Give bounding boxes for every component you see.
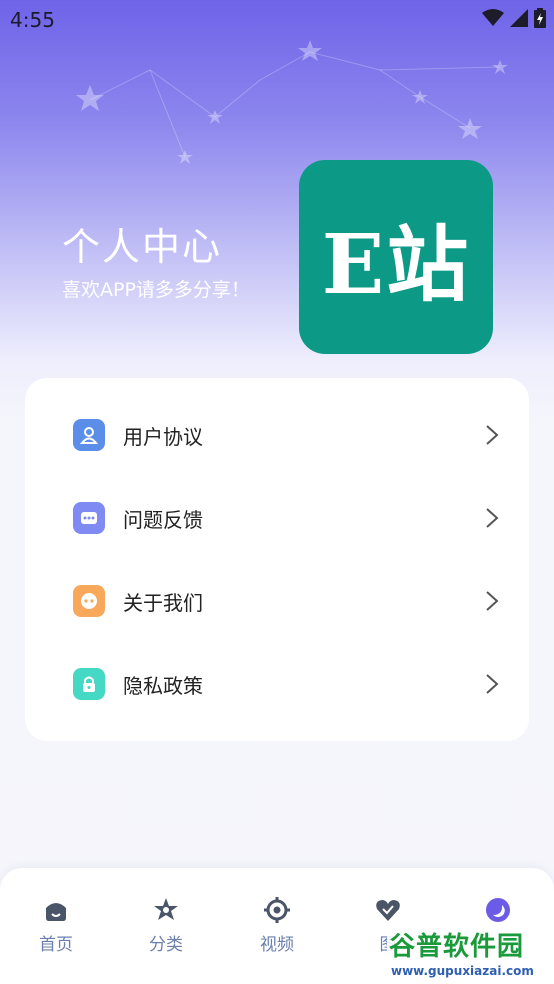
- nav-label: 分类: [149, 935, 183, 955]
- feedback-chat-icon: [73, 502, 105, 534]
- wifi-icon: [482, 9, 504, 26]
- menu-item-privacy-policy[interactable]: 隐私政策: [25, 643, 529, 726]
- page-title: 个人中心: [62, 225, 223, 269]
- chevron-right-icon: [486, 674, 499, 694]
- watermark-url: www.gupuxiazai.com: [391, 964, 534, 978]
- watermark: 谷普软件园 www.gupuxiazai.com: [387, 924, 554, 982]
- page-subtitle: 喜欢APP请多多分享！: [62, 279, 250, 301]
- menu-item-label: 隐私政策: [123, 674, 203, 698]
- about-us-icon: [73, 585, 105, 617]
- home-icon: [46, 903, 66, 921]
- chevron-right-icon: [486, 591, 499, 611]
- chevron-right-icon: [486, 508, 499, 528]
- video-target-icon: [264, 897, 290, 923]
- status-time: 4:55: [10, 8, 55, 32]
- menu-item-label: 问题反馈: [123, 508, 203, 532]
- profile-moon-icon: [486, 898, 510, 922]
- menu-item-label: 关于我们: [123, 591, 203, 615]
- signal-icon: [510, 9, 528, 27]
- nav-label: 视频: [260, 935, 294, 955]
- battery-icon: [534, 8, 546, 28]
- status-icons: [482, 8, 546, 28]
- user-agreement-icon: [73, 419, 105, 451]
- menu-item-label: 用户协议: [123, 425, 203, 449]
- nav-tab-category[interactable]: 分类: [126, 896, 206, 956]
- nav-tab-video[interactable]: 视频: [237, 896, 317, 956]
- menu-item-about-us[interactable]: 关于我们: [25, 560, 529, 643]
- menu-item-user-agreement[interactable]: 用户协议: [25, 394, 529, 477]
- watermark-title: 谷普软件园: [389, 932, 525, 962]
- app-logo: E站: [299, 160, 493, 354]
- nav-label: 首页: [39, 935, 73, 955]
- category-star-icon: [154, 898, 178, 920]
- chevron-right-icon: [486, 425, 499, 445]
- status-bar: 4:55: [0, 0, 554, 40]
- nav-tab-home[interactable]: 首页: [16, 896, 96, 956]
- menu-item-feedback[interactable]: 问题反馈: [25, 477, 529, 560]
- privacy-lock-icon: [73, 668, 105, 700]
- menu-card: 用户协议 问题反馈 关于我们 隐私政策: [25, 378, 529, 741]
- gallery-heart-icon: [376, 900, 400, 921]
- app-logo-text: E站: [321, 216, 471, 313]
